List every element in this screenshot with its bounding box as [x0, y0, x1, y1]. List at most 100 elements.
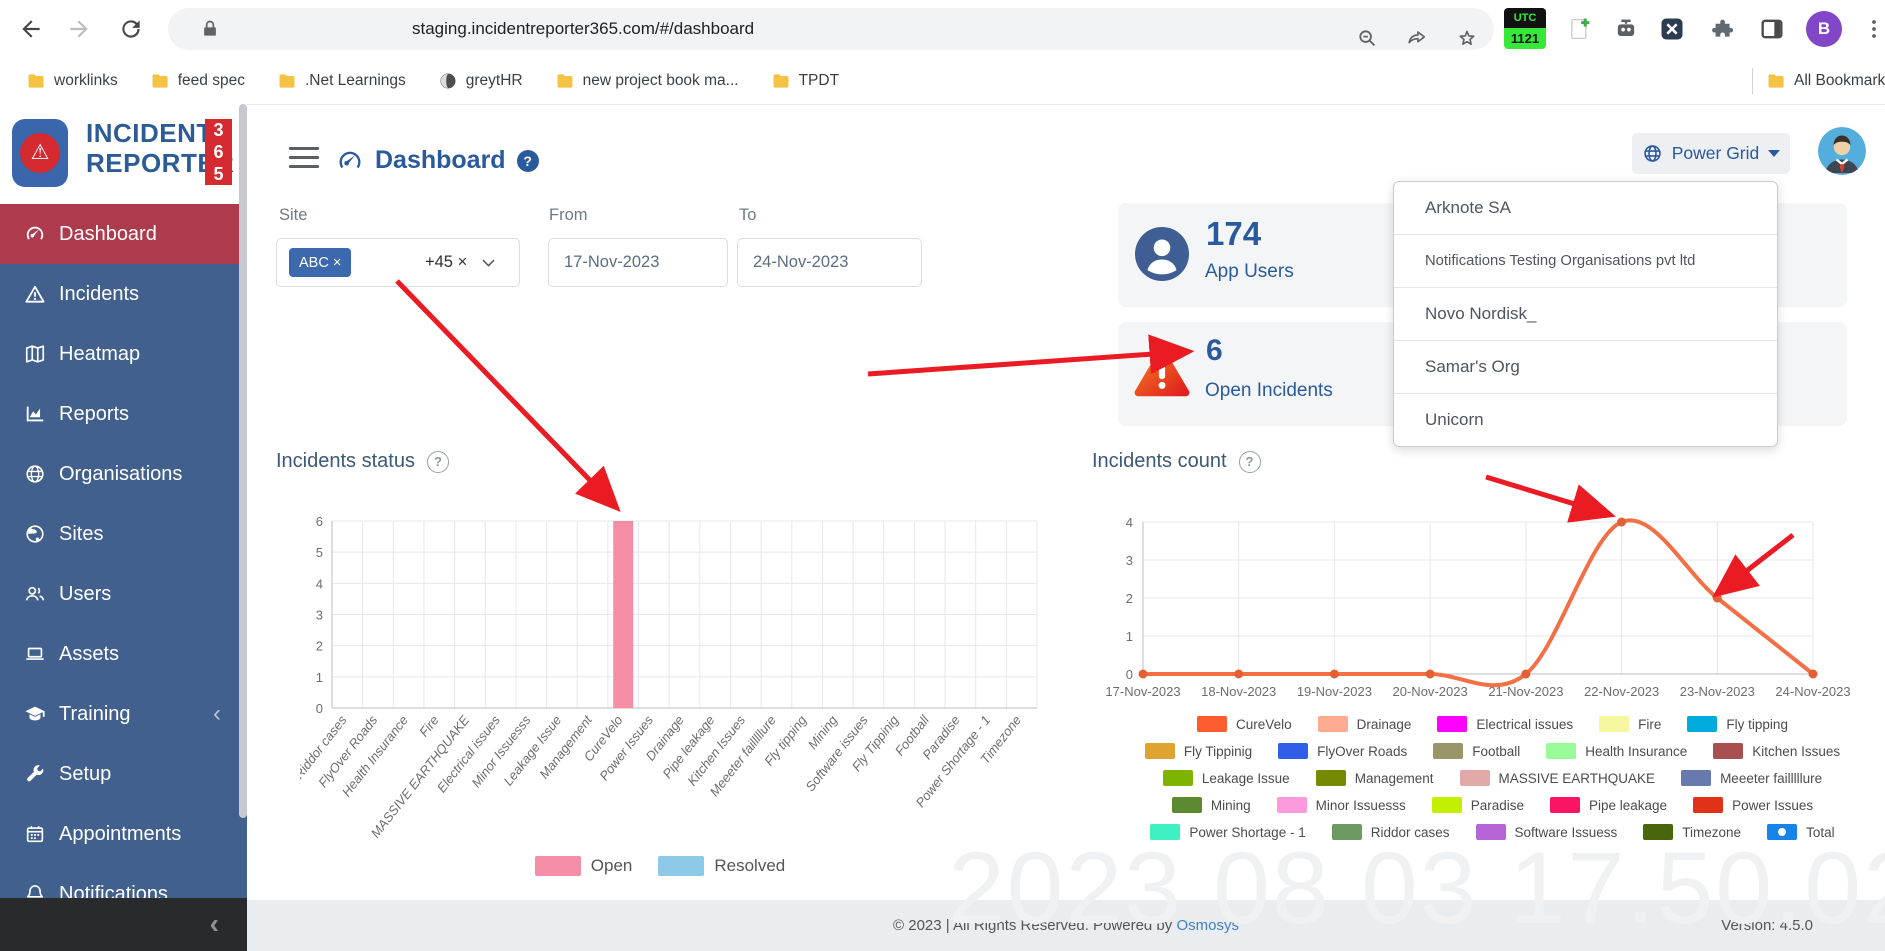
page-title-row: Dashboard ?: [336, 146, 539, 175]
folder-icon: [555, 71, 575, 91]
org-option-notifications-testing-organisations-pvt-ltd[interactable]: Notifications Testing Organisations pvt …: [1394, 235, 1777, 288]
legend-swatch: [1476, 824, 1506, 840]
sidebar-item-users[interactable]: Users: [0, 564, 247, 624]
count-chart-help-icon[interactable]: ?: [1239, 451, 1261, 473]
osmosys-link[interactable]: Osmosys: [1176, 917, 1239, 934]
bookmark-item-worklinks[interactable]: worklinks: [26, 71, 118, 91]
browser-profile-avatar[interactable]: B: [1806, 11, 1842, 47]
legend-item-fly-tippinig: Fly Tippinig: [1145, 743, 1252, 759]
address-bar[interactable]: staging.incidentreporter365.com/#/dashbo…: [168, 8, 1494, 50]
bookmark-item-tpdt[interactable]: TPDT: [771, 71, 839, 91]
sidebar-item-heatmap[interactable]: Heatmap: [0, 324, 247, 384]
site-multiselect[interactable]: ABC × +45 ×: [276, 238, 520, 287]
count-chart-legend: CureVeloDrainageElectrical issuesFireFly…: [1135, 716, 1850, 840]
org-selector-label: Power Grid: [1672, 143, 1760, 164]
screen: staging.incidentreporter365.com/#/dashbo…: [0, 0, 1885, 951]
utc-extension-counter[interactable]: 1121: [1504, 28, 1546, 49]
bookmark-item-greythr[interactable]: greytHR: [438, 71, 523, 91]
folder-icon: [277, 71, 297, 91]
x-extension-icon[interactable]: [1658, 15, 1686, 43]
sidebar-item-sites[interactable]: Sites: [0, 504, 247, 564]
share-icon[interactable]: [1406, 27, 1428, 49]
page-help-icon[interactable]: ?: [517, 150, 539, 172]
bookmark-item-net-learnings[interactable]: .Net Learnings: [277, 71, 406, 91]
incidents-status-bar-chart: 0123456Riddor casesFlyOver RoadsHealth I…: [300, 503, 1060, 903]
hamburger-menu-icon[interactable]: [289, 147, 319, 169]
svg-text:Power Issues: Power Issues: [596, 712, 656, 783]
bookmark-item-new-project-book-ma[interactable]: new project book ma...: [555, 71, 739, 91]
sidebar-item-appointments[interactable]: Appointments: [0, 804, 247, 864]
sidebar-collapse-icon[interactable]: ‹: [210, 908, 219, 940]
extensions-puzzle-icon[interactable]: [1708, 15, 1736, 43]
browser-menu-icon[interactable]: [1862, 16, 1885, 42]
count-chart-title: Incidents count: [1092, 450, 1227, 473]
robot-extension-icon[interactable]: [1612, 15, 1640, 43]
svg-text:3: 3: [316, 608, 323, 623]
setup-icon: [24, 763, 46, 785]
bookmark-star-icon[interactable]: [1456, 27, 1478, 49]
new-doc-extension-icon[interactable]: [1566, 15, 1594, 43]
legend-swatch: [1197, 716, 1227, 732]
zoom-out-icon[interactable]: [1356, 27, 1378, 49]
legend-swatch: [658, 856, 704, 876]
legend-swatch: [1163, 770, 1193, 786]
legend-item-open: Open: [535, 856, 633, 876]
org-option-unicorn[interactable]: Unicorn: [1394, 394, 1777, 446]
sidebar-item-reports[interactable]: Reports: [0, 384, 247, 444]
org-option-arknote-sa[interactable]: Arknote SA: [1394, 182, 1777, 235]
open-incidents-count: 6: [1206, 334, 1223, 368]
legend-item-massive-earthquake: MASSIVE EARTHQUAKE: [1460, 770, 1656, 786]
legend-item-minor-issuesss: Minor Issuesss: [1277, 797, 1406, 813]
bookmark-item-feed-spec[interactable]: feed spec: [150, 71, 245, 91]
legend-swatch: [1713, 743, 1743, 759]
sidebar-item-dashboard[interactable]: Dashboard: [0, 204, 247, 264]
utc-extension-badge[interactable]: UTC: [1504, 8, 1546, 28]
dashboard-icon: [24, 223, 46, 245]
svg-text:Riddor cases: Riddor cases: [300, 712, 350, 781]
org-dropdown: Arknote SANotifications Testing Organisa…: [1393, 181, 1778, 447]
legend-swatch: [1432, 797, 1462, 813]
svg-text:5: 5: [316, 545, 323, 560]
sidebar-item-setup[interactable]: Setup: [0, 744, 247, 804]
forward-icon[interactable]: [66, 16, 92, 42]
sidebar-scrollbar[interactable]: [239, 104, 247, 818]
svg-text:19-Nov-2023: 19-Nov-2023: [1297, 684, 1372, 699]
sidebar-item-incidents[interactable]: Incidents: [0, 264, 247, 324]
folder-icon: [150, 71, 170, 91]
reload-icon[interactable]: [118, 16, 144, 42]
appointments-icon: [24, 823, 46, 845]
svg-text:2: 2: [1126, 591, 1133, 606]
svg-text:Drainage: Drainage: [643, 713, 687, 764]
legend-swatch: [1437, 716, 1467, 732]
chevron-left-icon: ‹: [213, 702, 221, 726]
heatmap-icon: [24, 343, 46, 365]
from-date-input[interactable]: 17-Nov-2023: [548, 238, 728, 287]
side-panel-icon[interactable]: [1758, 15, 1786, 43]
legend-item-kitchen-issues: Kitchen Issues: [1713, 743, 1840, 759]
url-text[interactable]: staging.incidentreporter365.com/#/dashbo…: [412, 8, 754, 50]
folder-icon: [1766, 71, 1786, 91]
sidebar-footer: ‹: [0, 898, 247, 951]
svg-text:Software issues: Software issues: [802, 712, 871, 794]
select-chevron-icon[interactable]: [479, 253, 498, 272]
svg-text:24-Nov-2023: 24-Nov-2023: [1775, 684, 1850, 699]
org-option-samar-s-org[interactable]: Samar's Org: [1394, 341, 1777, 394]
site-more-chip[interactable]: +45 ×: [425, 239, 467, 286]
app-logo[interactable]: ⚠ INCIDENT REPORTER 365: [0, 104, 247, 204]
site-chip[interactable]: ABC ×: [289, 248, 351, 277]
all-bookmarks-button[interactable]: All Bookmark: [1766, 58, 1885, 104]
to-date-input[interactable]: 24-Nov-2023: [737, 238, 922, 287]
sidebar-item-assets[interactable]: Assets: [0, 624, 247, 684]
assets-icon: [24, 643, 46, 665]
legend-swatch: [1316, 770, 1346, 786]
svg-text:3: 3: [1126, 553, 1133, 568]
svg-text:Health Insurance: Health Insurance: [339, 713, 411, 800]
legend-item-curevelo: CureVelo: [1197, 716, 1292, 732]
status-chart-help-icon[interactable]: ?: [427, 451, 449, 473]
org-selector-button[interactable]: Power Grid: [1632, 133, 1790, 174]
back-icon[interactable]: [18, 16, 44, 42]
sidebar-item-organisations[interactable]: Organisations: [0, 444, 247, 504]
user-avatar[interactable]: [1818, 127, 1866, 175]
sidebar-item-training[interactable]: Training‹: [0, 684, 247, 744]
org-option-novo-nordisk[interactable]: Novo Nordisk_: [1394, 288, 1777, 341]
